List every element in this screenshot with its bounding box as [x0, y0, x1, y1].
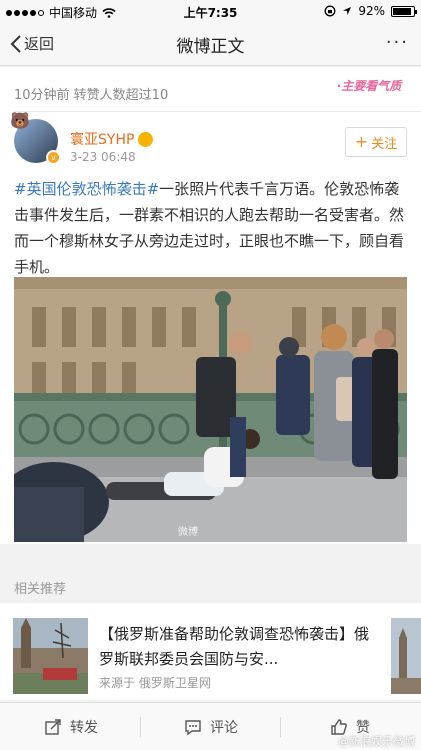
- divider: [14, 111, 421, 112]
- page-title: 微博正文: [176, 37, 245, 57]
- photo-scene: [14, 277, 407, 542]
- follow-button[interactable]: + 关注: [345, 127, 407, 157]
- share-icon: [45, 719, 61, 735]
- related-thumbnail-2: [391, 618, 421, 694]
- avatar[interactable]: 🐻 v: [10, 111, 61, 165]
- follow-label: 关注: [371, 136, 398, 152]
- separator: [280, 717, 281, 737]
- post-meta: 10分钟前 转赞人数超过10: [14, 88, 169, 103]
- more-button[interactable]: ···: [386, 32, 409, 53]
- plus-icon: +: [354, 132, 369, 151]
- weibo-watermark: @新浪娱乐微博: [338, 735, 415, 748]
- rotation-lock-icon: [324, 5, 336, 17]
- location-icon: [343, 7, 352, 15]
- temperament-badge: ·主要看气质: [336, 79, 402, 93]
- vip-icon: [138, 131, 154, 147]
- photo-watermark: 微博: [178, 527, 198, 538]
- repost-label: 转发: [70, 720, 98, 736]
- comment-label: 评论: [210, 720, 238, 736]
- status-right: 92%: [324, 4, 417, 18]
- battery-percent: 92%: [358, 4, 385, 18]
- related-article[interactable]: 【俄罗斯准备帮助伦敦调查恐怖袭击】俄罗斯联邦委员会国防与安... 来源于 俄罗斯…: [0, 603, 421, 700]
- related-section-title: 相关推荐: [14, 582, 67, 597]
- hashtag-link[interactable]: #英国伦敦恐怖袭击#: [14, 180, 159, 198]
- status-bar: 中国移动 上午7:35 92%: [0, 0, 421, 22]
- bear-sticker-icon: 🐻: [10, 111, 30, 130]
- nav-bar: 返回 微博正文 ···: [0, 22, 421, 66]
- author-name: 寰亚SYHP: [70, 132, 135, 148]
- related-thumbnail: [13, 618, 88, 694]
- repost-button[interactable]: 转发: [44, 703, 98, 750]
- post-time: 3-23 06:48: [70, 150, 136, 164]
- comment-button[interactable]: 评论: [184, 703, 238, 750]
- post-photo[interactable]: 微博: [14, 277, 407, 542]
- verified-icon: v: [46, 150, 61, 165]
- comment-icon: [185, 720, 201, 736]
- related-headline: 【俄罗斯准备帮助伦敦调查恐怖袭击】俄罗斯联邦委员会国防与安...: [99, 625, 370, 668]
- post-text: #英国伦敦恐怖袭击#一张照片代表千言万语。伦敦恐怖袭击事件发生后，一群素不相识的…: [14, 176, 407, 280]
- battery-icon: [391, 5, 417, 17]
- author-name-row[interactable]: 寰亚SYHP: [70, 129, 154, 149]
- related-source: 来源于 俄罗斯卫星网: [99, 676, 211, 690]
- separator: [140, 717, 141, 737]
